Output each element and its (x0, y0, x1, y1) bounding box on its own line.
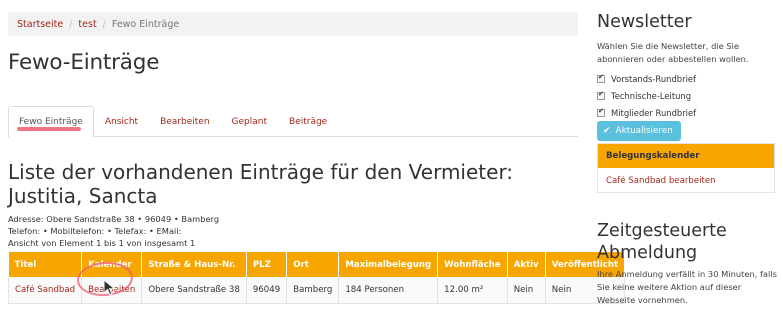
tab-fewo-eintraege[interactable]: Fewo Einträge (8, 106, 94, 138)
checkmark-icon: ✔ (603, 126, 611, 136)
cell-wohnflaeche: 12.00 m² (437, 277, 508, 304)
cell-maximalbelegung: 184 Personen (338, 277, 439, 304)
annotation-underline (17, 127, 81, 131)
column-header-ort: Ort (286, 252, 340, 277)
address-line: Adresse: Obere Sandstraße 38 • 96049 • B… (8, 214, 220, 224)
tab-beitraege[interactable]: Beiträge (278, 106, 338, 137)
breadcrumb-separator: / (69, 18, 73, 30)
newsletter-option-vorstand[interactable]: Vorstands-Rundbrief (597, 73, 696, 84)
tab-geplant[interactable]: Geplant (221, 106, 278, 137)
calendar-edit-sidebar-link[interactable]: Café Sandbad bearbeiten (606, 176, 716, 186)
checkbox-checked-icon[interactable] (597, 73, 605, 83)
update-button-label: Aktualisieren (615, 126, 673, 136)
abmeldung-title: Zeitgesteuerte Abmeldung (597, 221, 727, 263)
tab-bar: Fewo Einträge Ansicht Bearbeiten Geplant… (8, 106, 578, 138)
entry-title-link[interactable]: Café Sandbad (15, 285, 75, 295)
newsletter-option-technik[interactable]: Technische-Leitung (597, 90, 692, 101)
cell-aktiv: Nein (507, 277, 546, 304)
newsletter-option-mitglieder[interactable]: Mitglieder Rundbrief (597, 107, 697, 118)
tab-bearbeiten[interactable]: Bearbeiten (149, 106, 220, 137)
calendar-panel: Belegungskalender Café Sandbad bearbeite… (597, 143, 775, 193)
cell-titel: Café Sandbad (7, 277, 83, 304)
range-line: Ansicht von Element 1 bis 1 von insgesam… (8, 238, 196, 248)
tab-ansicht[interactable]: Ansicht (94, 106, 149, 137)
column-header-titel: Titel (8, 252, 83, 277)
checkbox-checked-icon[interactable] (597, 107, 605, 117)
page-title: Fewo-Einträge (8, 50, 160, 75)
breadcrumb-home[interactable]: Startseite (17, 19, 63, 30)
column-header-strasse: Straße & Haus-Nr. (141, 252, 247, 277)
checkbox-checked-icon[interactable] (597, 90, 605, 100)
breadcrumb-test[interactable]: test (78, 19, 96, 30)
newsletter-description: Wählen Sie die Newsletter, die Sie abonn… (597, 41, 749, 64)
abmeldung-description: Ihre Anmeldung verfällt in 30 Minuten, f… (597, 269, 777, 305)
column-header-maximalbelegung: Maximalbelegung (338, 252, 439, 277)
cell-ort: Bamberg (286, 277, 340, 304)
newsletter-option-label: Technische-Leitung (611, 91, 692, 101)
cell-plz: 96049 (246, 277, 288, 304)
contact-line: Telefon: • Mobiltelefon: • Telefax: • EM… (8, 226, 182, 236)
newsletter-title: Newsletter (597, 12, 692, 32)
breadcrumb-current: Fewo Einträge (111, 18, 180, 30)
column-header-wohnflaeche: Wohnfläche (437, 252, 508, 277)
breadcrumb: Startseite / test / Fewo Einträge (8, 12, 578, 36)
list-heading: Liste der vorhandenen Einträge für den V… (8, 160, 514, 208)
main-content: Startseite / test / Fewo Einträge Fewo-E… (7, 12, 626, 304)
update-button[interactable]: ✔ Aktualisieren (597, 121, 681, 141)
newsletter-option-label: Mitglieder Rundbrief (611, 108, 697, 118)
calendar-panel-title: Belegungskalender (598, 144, 774, 168)
breadcrumb-separator: / (102, 18, 106, 30)
column-header-aktiv: Aktiv (507, 252, 546, 277)
newsletter-option-label: Vorstands-Rundbrief (611, 74, 696, 84)
mouse-cursor-icon (103, 279, 116, 296)
column-header-plz: PLZ (246, 252, 288, 277)
cell-strasse: Obere Sandstraße 38 (141, 277, 247, 304)
